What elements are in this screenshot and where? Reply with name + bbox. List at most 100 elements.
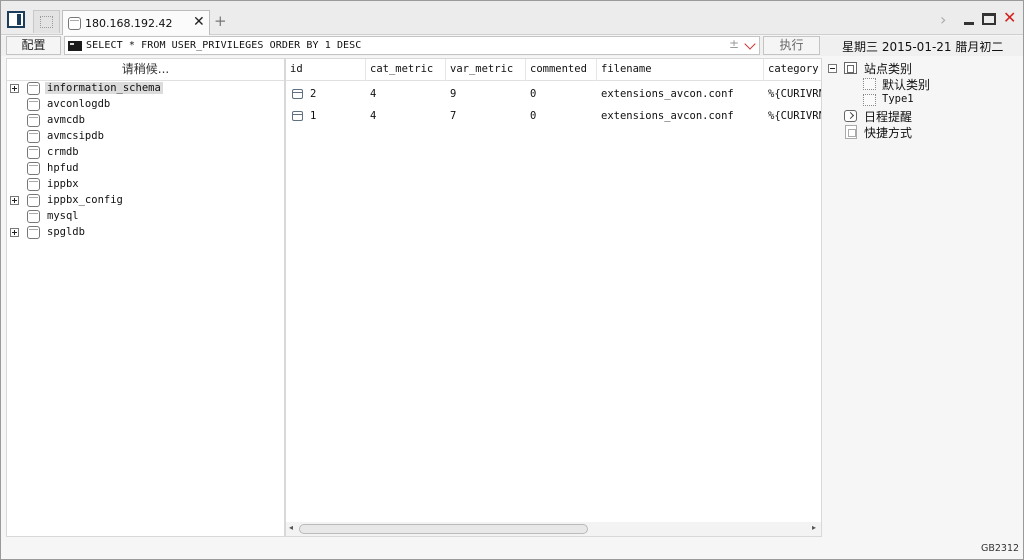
scroll-thumb[interactable] [299,524,588,534]
database-name: ippbx [47,178,79,190]
table-cell-filename: extensions_avcon.conf [601,110,734,122]
database-name: ippbx_config [47,194,123,206]
database-name: spgldb [47,226,85,238]
title-bar: 180.168.192.42 ✕ + › ✕ [1,1,1023,35]
table-cell-category: %{CURIVRN [768,88,822,100]
database-name: mysql [47,210,79,222]
plus-minus-icon[interactable]: ± [729,37,739,51]
database-name: crmdb [47,146,79,158]
site-category-panel: 站点类别 默认类别 Type1 日程提醒 快捷方式 [823,58,1021,537]
table-row[interactable]: 1 4 7 0 extensions_avcon.conf %{CURIVRN [286,105,821,127]
folder-icon [844,62,857,74]
shortcut-icon [845,125,857,139]
column-header-filename[interactable]: filename [597,59,764,81]
database-icon [27,114,40,127]
table-cell-commented: 0 [530,110,537,122]
database-icon [27,146,40,159]
table-cell-cat_metric: 4 [370,110,377,122]
result-grid: id cat_metric var_metric commented filename c… [285,58,822,537]
placeholder-icon [40,16,53,28]
tree-item-reminder[interactable]: 日程提醒 [823,108,1021,124]
sql-query-text: SELECT * FROM USER_PRIVILEGES ORDER BY 1… [86,40,362,51]
expand-icon[interactable] [10,196,19,205]
date-display: 星期三 2015-01-21 腊月初二 [842,40,1004,54]
tree-item-type1[interactable]: Type1 [823,92,1021,108]
column-header-category[interactable]: category [764,59,821,81]
scroll-left-arrow-icon[interactable]: ◂ [289,523,293,532]
query-toolbar: 配置 SELECT * FROM USER_PRIVILEGES ORDER B… [1,36,1023,56]
table-row[interactable]: 2 4 9 0 extensions_avcon.conf %{CURIVRN [286,83,822,105]
database-name: information_schema [45,82,163,94]
tree-label: 日程提醒 [864,110,913,124]
horizontal-scrollbar[interactable]: ◂ ▸ [286,522,821,536]
table-cell-filename: extensions_avcon.conf [601,88,734,100]
chevron-down-icon[interactable] [744,38,756,50]
database-tree-panel: 请稍候... information_schema avconlogdb avmcd… [6,58,285,537]
minimize-icon[interactable] [964,22,974,25]
table-cell-var_metric: 9 [450,88,457,100]
scroll-right-arrow-icon[interactable]: ▸ [812,523,816,532]
inactive-tab[interactable] [33,10,60,33]
tree-item-default-category[interactable]: 默认类别 [823,76,1021,92]
database-icon [27,98,40,111]
database-icon [27,162,40,175]
database-icon [27,130,40,143]
grid-header: id cat_metric var_metric commented filename c… [286,59,821,81]
table-cell-id: 1 [310,110,317,122]
collapse-icon[interactable] [828,64,837,73]
maximize-icon[interactable] [982,13,996,25]
database-tree: information_schema avconlogdb avmcdb avmcsi… [7,81,284,241]
tree-item-database[interactable]: mysql [7,209,284,225]
app-window: 180.168.192.42 ✕ + › ✕ 配置 SELECT * FROM … [0,0,1024,560]
config-button[interactable]: 配置 [6,36,61,55]
tree-item-database[interactable]: avconlogdb [7,97,284,113]
reminder-icon [844,110,857,122]
column-header-id[interactable]: id [286,59,366,81]
tree-item-database[interactable]: avmcdb [7,113,284,129]
sidebar-toggle-icon[interactable] [7,11,25,28]
column-header-var_metric[interactable]: var_metric [446,59,526,81]
expand-icon[interactable] [10,228,19,237]
column-header-cat_metric[interactable]: cat_metric [366,59,446,81]
tree-header: 请稍候... [7,59,284,81]
tree-item-database[interactable]: hpfud [7,161,284,177]
tree-item-database[interactable]: ippbx_config [7,193,284,209]
tree-item-site-categories[interactable]: 站点类别 [823,60,1021,76]
execute-button[interactable]: 执行 [763,36,820,55]
tree-label: Type1 [882,93,914,105]
tree-item-database[interactable]: crmdb [7,145,284,161]
database-name: avmcsipdb [47,130,104,142]
tree-label: 默认类别 [882,78,931,92]
tab-close-icon[interactable]: ✕ [193,14,205,30]
database-icon [27,210,40,223]
table-cell-commented: 0 [530,88,537,100]
database-icon [27,82,40,95]
database-icon [27,194,40,207]
encoding-status: GB2312 [981,543,1020,554]
expand-icon[interactable] [10,84,19,93]
chevron-right-icon[interactable]: › [940,10,946,29]
tree-item-shortcuts[interactable]: 快捷方式 [823,124,1021,140]
tree-label: 站点类别 [864,62,913,76]
add-tab-icon[interactable]: + [214,12,227,30]
database-icon [68,17,81,30]
table-cell-cat_metric: 4 [370,88,377,100]
sql-query-input[interactable]: SELECT * FROM USER_PRIVILEGES ORDER BY 1… [64,36,760,55]
close-window-icon[interactable]: ✕ [1003,8,1016,27]
column-header-commented[interactable]: commented [526,59,597,81]
database-icon [27,178,40,191]
tree-item-database[interactable]: avmcsipdb [7,129,284,145]
tree-item-database[interactable]: ippbx [7,177,284,193]
tree-item-database[interactable]: information_schema [7,81,284,97]
tab-label: 180.168.192.42 [85,17,173,30]
tree-item-database[interactable]: spgldb [7,225,284,241]
row-icon [292,89,303,99]
database-icon [27,226,40,239]
database-name: avconlogdb [47,98,111,110]
tree-label: 快捷方式 [864,126,913,140]
terminal-icon [68,41,82,51]
database-name: hpfud [47,162,79,174]
table-cell-var_metric: 7 [450,110,457,122]
table-cell-id: 2 [310,88,317,100]
connection-tab[interactable]: 180.168.192.42 ✕ [62,10,210,35]
